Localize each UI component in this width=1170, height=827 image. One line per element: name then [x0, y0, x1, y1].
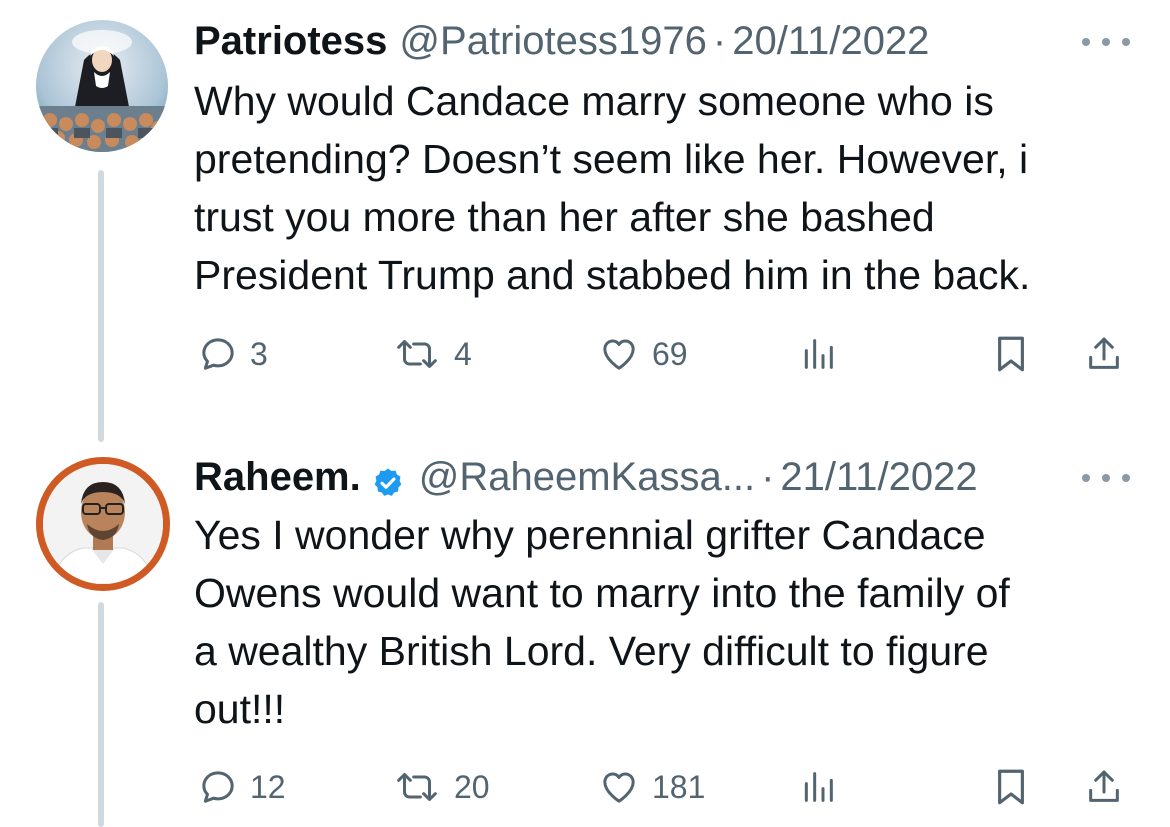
- heart-icon: [598, 334, 640, 374]
- more-icon[interactable]: [1082, 28, 1130, 56]
- reply-count: 3: [250, 335, 268, 372]
- reply-button[interactable]: 12: [198, 762, 286, 812]
- like-count: 69: [652, 335, 688, 372]
- retweet-count: 4: [454, 335, 472, 372]
- views-icon: [798, 767, 838, 807]
- share-icon: [1084, 333, 1124, 375]
- views-button[interactable]: [798, 762, 838, 812]
- like-button[interactable]: 69: [598, 329, 688, 379]
- thread-line: [98, 170, 104, 442]
- tweet[interactable]: Patriotess @Patriotess1976 · 20/11/2022 …: [0, 0, 1170, 442]
- like-count: 181: [652, 768, 706, 805]
- verified-badge-icon: [371, 460, 405, 496]
- views-button[interactable]: [798, 329, 838, 379]
- reply-icon: [198, 334, 238, 374]
- action-bar: 3 4 69: [194, 329, 1130, 379]
- heart-icon: [598, 767, 640, 807]
- separator: ·: [761, 455, 775, 499]
- tweet-header: Patriotess @Patriotess1976 · 20/11/2022: [194, 14, 1130, 68]
- handle[interactable]: @RaheemKassa...: [419, 450, 755, 504]
- share-icon: [1084, 766, 1124, 808]
- reply-button[interactable]: 3: [198, 329, 268, 379]
- bookmark-button[interactable]: [992, 329, 1030, 379]
- retweet-button[interactable]: 20: [392, 762, 490, 812]
- like-button[interactable]: 181: [598, 762, 705, 812]
- reply-icon: [198, 767, 238, 807]
- share-button[interactable]: [1084, 762, 1124, 812]
- bookmark-icon: [992, 766, 1030, 808]
- tweet[interactable]: Raheem. @RaheemKassa... · 21/11/2022 Yes…: [0, 440, 1170, 827]
- tweet-text: Yes I wonder why perennial grifter Canda…: [194, 512, 1010, 732]
- tweet-header: Raheem. @RaheemKassa... · 21/11/2022: [194, 450, 1130, 504]
- display-name[interactable]: Raheem.: [194, 450, 361, 504]
- action-bar: 12 20 181: [194, 762, 1130, 812]
- handle[interactable]: @Patriotess1976: [399, 14, 706, 68]
- avatar[interactable]: [36, 457, 170, 591]
- timestamp[interactable]: 20/11/2022: [732, 14, 929, 68]
- reply-count: 12: [250, 768, 286, 805]
- timestamp[interactable]: 21/11/2022: [780, 450, 977, 504]
- retweet-icon: [392, 334, 442, 374]
- avatar[interactable]: [36, 20, 168, 152]
- retweet-button[interactable]: 4: [392, 329, 472, 379]
- display-name[interactable]: Patriotess: [194, 14, 387, 68]
- share-button[interactable]: [1084, 329, 1124, 379]
- thread-line: [98, 602, 104, 827]
- tweet-text: Why would Candace marry someone who is p…: [194, 78, 1031, 298]
- more-icon[interactable]: [1082, 464, 1130, 492]
- bookmark-button[interactable]: [992, 762, 1030, 812]
- retweet-count: 20: [454, 768, 490, 805]
- bookmark-icon: [992, 333, 1030, 375]
- views-icon: [798, 334, 838, 374]
- retweet-icon: [392, 767, 442, 807]
- separator: ·: [712, 19, 727, 63]
